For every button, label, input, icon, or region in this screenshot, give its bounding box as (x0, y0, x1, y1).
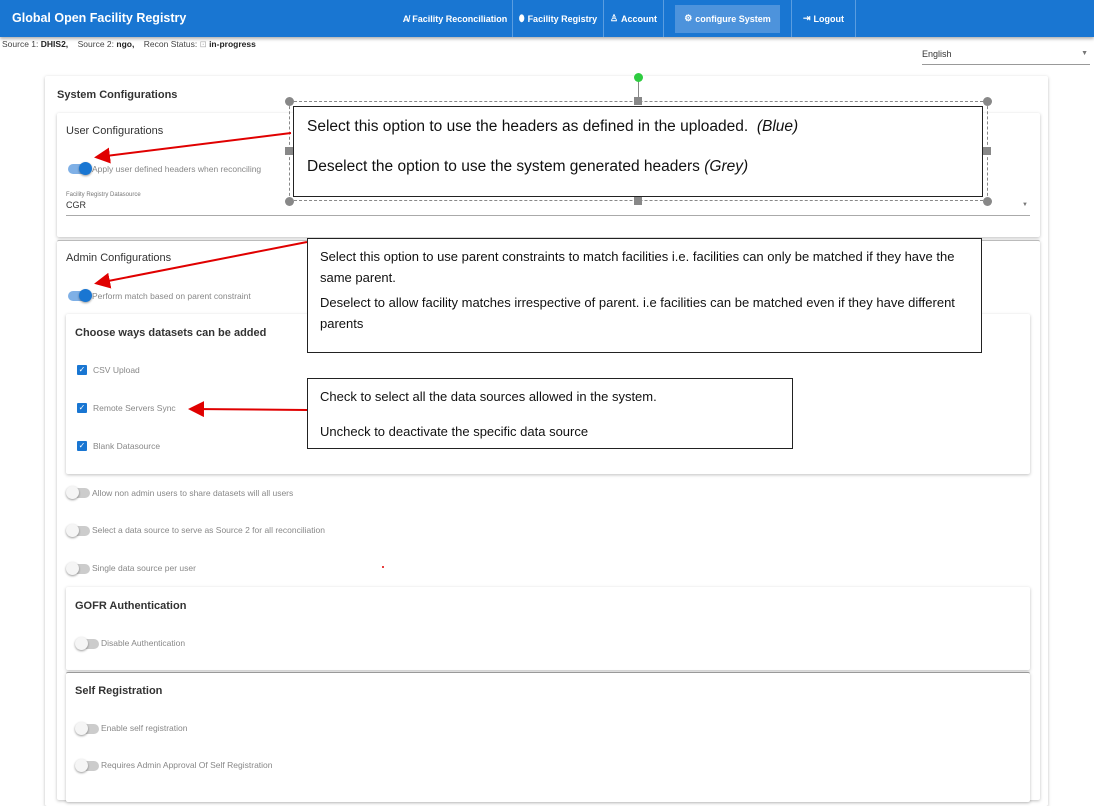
arrow-1 (94, 132, 292, 164)
arrow-3 (188, 401, 308, 418)
arrow-2 (94, 241, 308, 289)
annotation-arrows (94, 132, 384, 568)
stray-dot (382, 566, 384, 568)
